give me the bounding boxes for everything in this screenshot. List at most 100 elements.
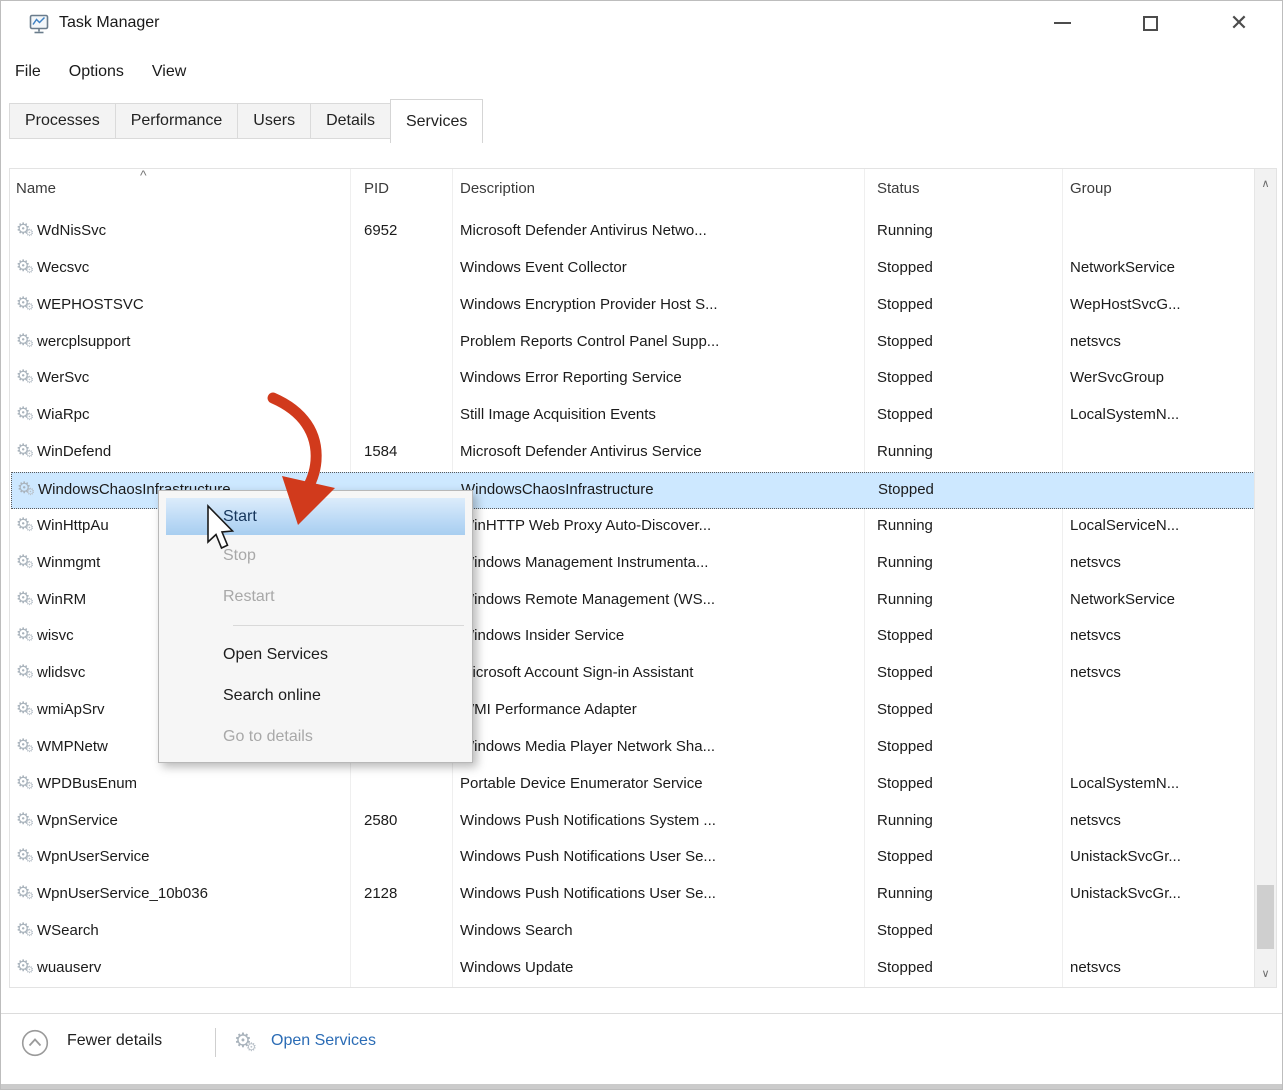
vertical-scrollbar[interactable]	[1254, 169, 1276, 987]
service-gear-icon	[16, 552, 34, 572]
cell-description: Windows Update	[460, 959, 573, 976]
open-services-link[interactable]: Open Services	[271, 1032, 376, 1050]
service-gear-icon	[17, 479, 35, 499]
footer-divider	[1, 1013, 1282, 1014]
close-button[interactable]	[1216, 1, 1262, 45]
service-gear-icon	[16, 736, 34, 756]
cell-name: WinRM	[37, 591, 86, 608]
cell-group: LocalSystemN...	[1070, 775, 1179, 792]
service-gear-icon	[16, 331, 34, 351]
cell-name: WerSvc	[37, 369, 89, 386]
table-row[interactable]: WdNisSvc 6952 Microsoft Defender Antivir…	[11, 214, 1255, 251]
cell-group: UnistackSvcGr...	[1070, 885, 1181, 902]
cell-description: Windows Push Notifications System ...	[460, 812, 716, 829]
menu-options[interactable]: Options	[69, 63, 124, 81]
cell-status: Running	[877, 591, 933, 608]
cell-status: Stopped	[877, 701, 933, 718]
fewer-details-button[interactable]: Fewer details	[67, 1032, 162, 1050]
minimize-icon	[1054, 22, 1071, 24]
cell-description: Windows Event Collector	[460, 259, 627, 276]
sort-ascending-icon	[140, 167, 147, 183]
maximize-button[interactable]	[1127, 1, 1173, 45]
cell-status: Running	[877, 517, 933, 534]
services-gear-icon	[234, 1028, 258, 1054]
column-header-status[interactable]: Status	[877, 180, 920, 197]
menu-view[interactable]: View	[152, 63, 186, 81]
cell-description: Windows Encryption Provider Host S...	[460, 296, 718, 313]
tab-strip: ProcessesPerformanceUsersDetailsServices	[9, 99, 483, 143]
cell-status: Running	[877, 812, 933, 829]
column-header-name[interactable]: Name	[16, 180, 56, 197]
table-row[interactable]: wercplsupport Problem Reports Control Pa…	[11, 325, 1255, 362]
scrollbar-thumb[interactable]	[1257, 885, 1274, 949]
context-menu-item-start[interactable]: Start	[166, 498, 465, 535]
service-gear-icon	[16, 404, 34, 424]
scroll-up-icon[interactable]	[1255, 171, 1276, 195]
table-row[interactable]: WpnUserService_10b036 2128 Windows Push …	[11, 877, 1255, 914]
fewer-details-icon[interactable]	[21, 1029, 49, 1057]
tab-users[interactable]: Users	[237, 103, 311, 139]
cell-pid: 1584	[364, 443, 397, 460]
table-row[interactable]: WpnUserService Windows Push Notification…	[11, 840, 1255, 877]
tab-services[interactable]: Services	[390, 99, 483, 143]
table-row[interactable]: WiaRpc Still Image Acquisition Events St…	[11, 398, 1255, 435]
cell-description: Microsoft Account Sign-in Assistant	[460, 664, 693, 681]
cell-status: Stopped	[877, 406, 933, 423]
tab-processes[interactable]: Processes	[9, 103, 116, 139]
table-row[interactable]: WerSvc Windows Error Reporting Service S…	[11, 361, 1255, 398]
cell-name: WpnUserService_10b036	[37, 885, 208, 902]
cell-description: Windows Remote Management (WS...	[460, 591, 715, 608]
cell-description: Microsoft Defender Antivirus Service	[460, 443, 702, 460]
cell-group: NetworkService	[1070, 259, 1175, 276]
cell-description: Problem Reports Control Panel Supp...	[460, 333, 719, 350]
service-gear-icon	[16, 220, 34, 240]
cell-group: netsvcs	[1070, 554, 1121, 571]
cell-description: WMI Performance Adapter	[460, 701, 637, 718]
service-gear-icon	[16, 883, 34, 903]
context-menu-item-open-services[interactable]: Open Services	[159, 634, 472, 675]
table-row[interactable]: WEPHOSTSVC Windows Encryption Provider H…	[11, 288, 1255, 325]
table-row[interactable]: WSearch Windows Search Stopped	[11, 914, 1255, 951]
cell-name: wmiApSrv	[37, 701, 105, 718]
cell-description: Microsoft Defender Antivirus Netwo...	[460, 222, 707, 239]
service-gear-icon	[16, 810, 34, 830]
table-row[interactable]: Wecsvc Windows Event Collector Stopped N…	[11, 251, 1255, 288]
cell-status: Stopped	[877, 775, 933, 792]
cell-group: netsvcs	[1070, 959, 1121, 976]
cell-group: WepHostSvcG...	[1070, 296, 1181, 313]
table-row[interactable]: WinDefend 1584 Microsoft Defender Antivi…	[11, 435, 1255, 472]
context-menu-item-restart: Restart	[159, 576, 472, 617]
cell-name: Winmgmt	[37, 554, 100, 571]
cell-name: Wecsvc	[37, 259, 89, 276]
column-header-description[interactable]: Description	[460, 180, 535, 197]
minimize-button[interactable]	[1039, 1, 1085, 45]
cell-description: WinHTTP Web Proxy Auto-Discover...	[460, 517, 711, 534]
table-row[interactable]: WpnService 2580 Windows Push Notificatio…	[11, 804, 1255, 841]
cell-name: WiaRpc	[37, 406, 90, 423]
cell-name: wisvc	[37, 627, 74, 644]
context-menu-separator	[233, 625, 464, 626]
table-row[interactable]: wuauserv Windows Update Stopped netsvcs	[11, 951, 1255, 988]
column-header-pid[interactable]: PID	[364, 180, 389, 197]
table-row[interactable]: WPDBusEnum Portable Device Enumerator Se…	[11, 767, 1255, 804]
service-gear-icon	[16, 773, 34, 793]
cell-group: NetworkService	[1070, 591, 1175, 608]
tab-performance[interactable]: Performance	[115, 103, 239, 139]
cell-status: Stopped	[877, 664, 933, 681]
scroll-down-icon[interactable]	[1255, 961, 1276, 985]
cell-status: Stopped	[877, 369, 933, 386]
cell-status: Stopped	[877, 627, 933, 644]
cell-pid: 6952	[364, 222, 397, 239]
service-gear-icon	[16, 515, 34, 535]
menu-file[interactable]: File	[15, 63, 41, 81]
service-gear-icon	[16, 589, 34, 609]
context-menu-item-search-online[interactable]: Search online	[159, 675, 472, 716]
cell-name: WMPNetw	[37, 738, 108, 755]
service-gear-icon	[16, 294, 34, 314]
cell-name: WinDefend	[37, 443, 111, 460]
cell-name: wlidsvc	[37, 664, 85, 681]
menu-bar: File Options View	[1, 49, 186, 95]
window-title: Task Manager	[59, 14, 160, 32]
tab-details[interactable]: Details	[310, 103, 391, 139]
column-header-group[interactable]: Group	[1070, 180, 1112, 197]
